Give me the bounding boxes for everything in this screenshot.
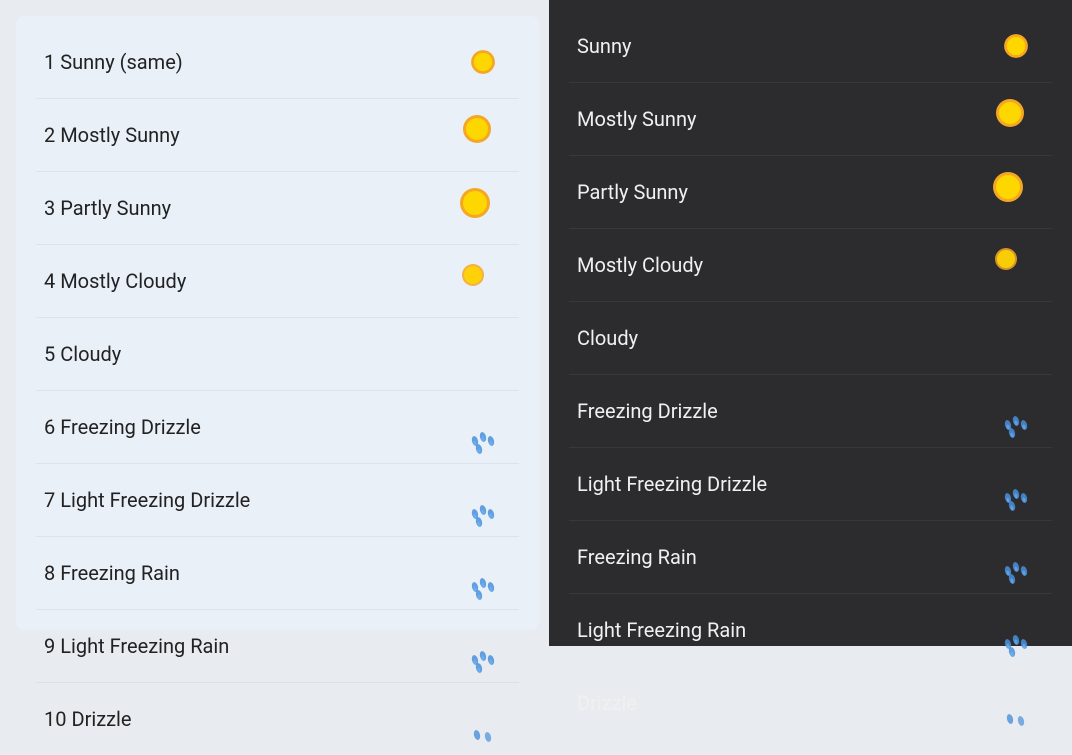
mostly-sunny-icon	[455, 109, 511, 161]
weather-item: 8 Freezing Rain	[36, 537, 519, 610]
weather-label: Freezing Drizzle	[577, 399, 718, 423]
weather-item: Freezing Rain	[569, 521, 1052, 594]
partly-sunny-icon	[988, 166, 1044, 218]
weather-label: Sunny	[577, 34, 631, 58]
weather-item: Sunny	[569, 10, 1052, 83]
freezing-drizzle-icon	[455, 401, 511, 453]
light-freezing-rain-icon	[455, 620, 511, 672]
weather-item: Freezing Drizzle	[569, 375, 1052, 448]
weather-item: Light Freezing Rain	[569, 594, 1052, 667]
mostly-cloudy-icon	[988, 239, 1044, 291]
weather-item: 10 Drizzle	[36, 683, 519, 755]
weather-item: 6 Freezing Drizzle	[36, 391, 519, 464]
weather-item: 7 Light Freezing Drizzle	[36, 464, 519, 537]
weather-label: Light Freezing Rain	[577, 618, 746, 642]
weather-label: 5 Cloudy	[44, 342, 121, 366]
weather-item: 3 Partly Sunny	[36, 172, 519, 245]
weather-label: Mostly Sunny	[577, 107, 696, 131]
weather-label: Cloudy	[577, 326, 638, 350]
light-freezing-drizzle-icon	[988, 458, 1044, 510]
freezing-rain-icon	[988, 531, 1044, 583]
weather-label: Partly Sunny	[577, 180, 688, 204]
sunny-icon	[988, 20, 1044, 72]
weather-item: 9 Light Freezing Rain	[36, 610, 519, 683]
weather-item: Cloudy	[569, 302, 1052, 375]
light-panel: 1 Sunny (same) 2 Mostly Sunny 3 Partly S…	[16, 16, 539, 630]
mostly-cloudy-icon	[455, 255, 511, 307]
weather-label: Drizzle	[577, 691, 637, 715]
weather-item: 5 Cloudy	[36, 318, 519, 391]
weather-item: 2 Mostly Sunny	[36, 99, 519, 172]
weather-label: Freezing Rain	[577, 545, 697, 569]
weather-item: Drizzle	[569, 667, 1052, 739]
light-freezing-drizzle-icon	[455, 474, 511, 526]
weather-label: 6 Freezing Drizzle	[44, 415, 201, 439]
mostly-sunny-icon	[988, 93, 1044, 145]
sunny-icon	[455, 36, 511, 88]
weather-item: Partly Sunny	[569, 156, 1052, 229]
weather-item: 1 Sunny (same)	[36, 26, 519, 99]
cloudy-icon	[988, 312, 1044, 364]
weather-label: Mostly Cloudy	[577, 253, 703, 277]
weather-label: 3 Partly Sunny	[44, 196, 171, 220]
weather-item: Light Freezing Drizzle	[569, 448, 1052, 521]
weather-label: 1 Sunny (same)	[44, 50, 183, 74]
weather-label: Light Freezing Drizzle	[577, 472, 767, 496]
weather-label: 4 Mostly Cloudy	[44, 269, 186, 293]
dark-panel: Sunny Mostly Sunny Partly Sunny Mostly C…	[549, 0, 1072, 646]
weather-label: 9 Light Freezing Rain	[44, 634, 229, 658]
weather-item: 4 Mostly Cloudy	[36, 245, 519, 318]
drizzle-icon	[455, 693, 511, 745]
weather-label: 8 Freezing Rain	[44, 561, 180, 585]
freezing-rain-icon	[455, 547, 511, 599]
weather-item: Mostly Cloudy	[569, 229, 1052, 302]
freezing-drizzle-icon	[988, 385, 1044, 437]
partly-sunny-icon	[455, 182, 511, 234]
cloudy-icon	[455, 328, 511, 380]
weather-label: 7 Light Freezing Drizzle	[44, 488, 250, 512]
weather-label: 2 Mostly Sunny	[44, 123, 180, 147]
weather-item: Mostly Sunny	[569, 83, 1052, 156]
weather-label: 10 Drizzle	[44, 707, 132, 731]
light-freezing-rain-icon	[988, 604, 1044, 656]
drizzle-icon	[988, 677, 1044, 729]
